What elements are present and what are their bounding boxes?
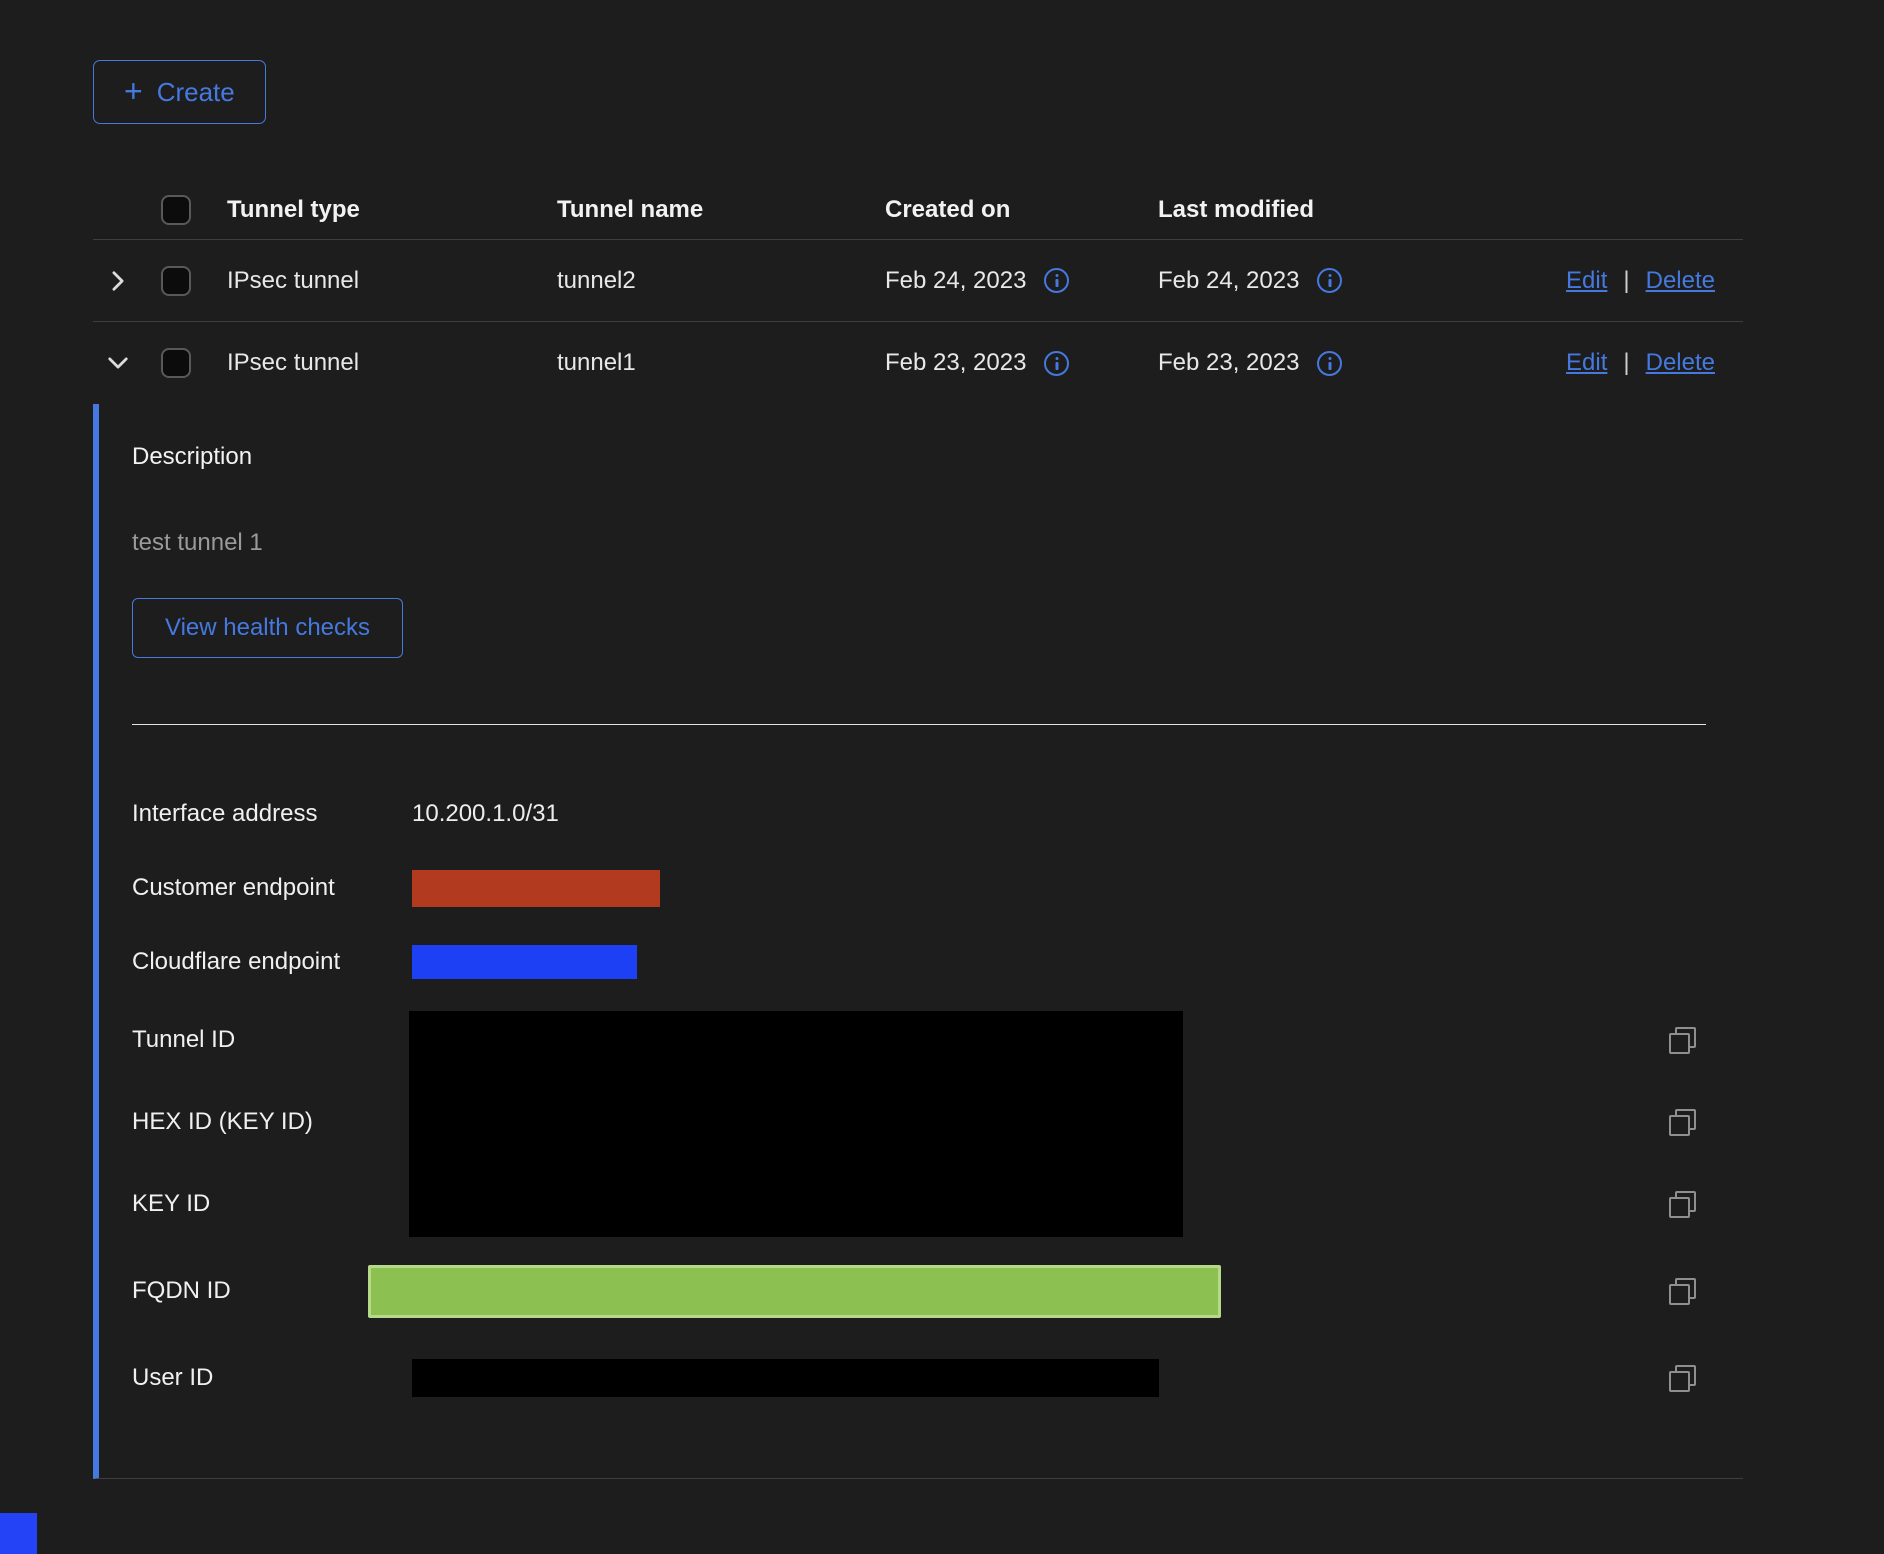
tunnel-detail-panel: Description test tunnel 1 View health ch… <box>93 404 1743 1479</box>
created-on-value: Feb 24, 2023 <box>885 267 1026 295</box>
info-icon[interactable] <box>1044 351 1069 376</box>
tunnel-type-value: IPsec tunnel <box>207 349 537 377</box>
field-fqdn-id: FQDN ID <box>132 1245 1743 1337</box>
copy-fqdn-id-button[interactable] <box>1669 1278 1696 1305</box>
table-row: IPsec tunnel tunnel1 Feb 23, 2023 Feb 23… <box>93 322 1743 404</box>
panel-divider <box>132 724 1706 725</box>
info-icon[interactable] <box>1044 268 1069 293</box>
created-on-value: Feb 23, 2023 <box>885 349 1026 377</box>
select-all-checkbox[interactable] <box>161 195 191 225</box>
user-id-redacted-value <box>412 1359 1159 1397</box>
row-checkbox[interactable] <box>161 348 191 378</box>
action-separator: | <box>1623 267 1629 295</box>
delete-link[interactable]: Delete <box>1646 267 1715 295</box>
copy-icon <box>1669 1191 1696 1218</box>
edit-link[interactable]: Edit <box>1566 267 1607 295</box>
copy-key-id-button[interactable] <box>1669 1191 1696 1218</box>
info-icon[interactable] <box>1317 268 1342 293</box>
field-label: Tunnel ID <box>132 1026 412 1054</box>
action-separator: | <box>1623 349 1629 377</box>
field-customer-endpoint: Customer endpoint <box>132 851 1743 925</box>
tunnels-page: + Create Tunnel type Tunnel name Created… <box>0 0 1884 1479</box>
expand-row-button[interactable] <box>103 266 133 296</box>
copy-icon <box>1669 1365 1696 1392</box>
edit-link[interactable]: Edit <box>1566 349 1607 377</box>
collapse-row-button[interactable] <box>103 348 133 378</box>
header-checkbox-cell <box>147 195 207 225</box>
description-value: test tunnel 1 <box>132 528 1743 558</box>
field-interface-address: Interface address 10.200.1.0/31 <box>132 777 1743 851</box>
description-label: Description <box>132 442 1743 472</box>
copy-icon <box>1669 1027 1696 1054</box>
tunnel-name-value: tunnel1 <box>537 349 865 377</box>
copy-icon <box>1669 1109 1696 1136</box>
create-button-label: Create <box>157 77 235 108</box>
corner-blue-block <box>0 1513 37 1554</box>
info-icon[interactable] <box>1317 351 1342 376</box>
copy-hex-id-button[interactable] <box>1669 1109 1696 1136</box>
field-cloudflare-endpoint: Cloudflare endpoint <box>132 925 1743 999</box>
field-label: Customer endpoint <box>132 874 412 902</box>
tunnel-type-value: IPsec tunnel <box>207 267 537 295</box>
last-modified-value: Feb 23, 2023 <box>1158 349 1299 377</box>
chevron-down-icon <box>107 352 129 374</box>
tunnel-name-value: tunnel2 <box>537 267 865 295</box>
header-created-on: Created on <box>865 196 1138 224</box>
tunnel-fields: Interface address 10.200.1.0/31 Customer… <box>132 777 1743 1419</box>
header-last-modified: Last modified <box>1138 196 1458 224</box>
header-tunnel-type: Tunnel type <box>207 196 537 224</box>
field-label: KEY ID <box>132 1190 412 1218</box>
delete-link[interactable]: Delete <box>1646 349 1715 377</box>
copy-icon <box>1669 1278 1696 1305</box>
create-button[interactable]: + Create <box>93 60 266 124</box>
copy-user-id-button[interactable] <box>1669 1365 1696 1392</box>
table-row: IPsec tunnel tunnel2 Feb 24, 2023 Feb 24… <box>93 240 1743 322</box>
id-values-redacted-block <box>409 1011 1183 1237</box>
table-header: Tunnel type Tunnel name Created on Last … <box>93 180 1743 240</box>
fqdn-id-redacted-value <box>368 1265 1221 1318</box>
view-health-checks-button[interactable]: View health checks <box>132 598 403 658</box>
cloudflare-endpoint-redacted-value <box>412 945 637 979</box>
customer-endpoint-redacted-value <box>412 870 660 907</box>
field-label: Cloudflare endpoint <box>132 948 412 976</box>
field-label: User ID <box>132 1364 412 1392</box>
chevron-right-icon <box>107 270 129 292</box>
copy-tunnel-id-button[interactable] <box>1669 1027 1696 1054</box>
tunnel-id-group: Tunnel ID HEX ID (KEY ID) KEY ID <box>132 999 1743 1245</box>
last-modified-value: Feb 24, 2023 <box>1158 267 1299 295</box>
field-label: HEX ID (KEY ID) <box>132 1108 412 1136</box>
field-label: Interface address <box>132 800 412 828</box>
field-user-id: User ID <box>132 1337 1743 1419</box>
tunnels-table: Tunnel type Tunnel name Created on Last … <box>93 180 1743 1479</box>
interface-address-value: 10.200.1.0/31 <box>412 800 559 828</box>
row-checkbox[interactable] <box>161 266 191 296</box>
plus-icon: + <box>124 75 143 107</box>
header-tunnel-name: Tunnel name <box>537 196 865 224</box>
